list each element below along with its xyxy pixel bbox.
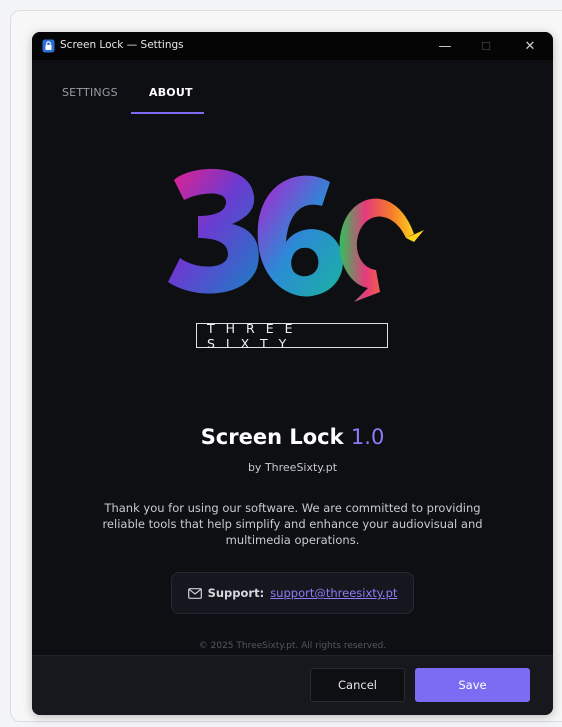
thank-you-text: Thank you for using our software. We are…: [102, 501, 483, 547]
product-title: Screen Lock 1.0: [32, 425, 553, 449]
byline: by ThreeSixty.pt: [247, 461, 338, 474]
save-button[interactable]: Save: [415, 668, 530, 702]
product-version: 1.0: [350, 425, 385, 449]
active-tab-indicator: [131, 112, 204, 114]
app-icon: [42, 39, 55, 53]
support-email-link[interactable]: support@threesixty.pt: [270, 586, 397, 600]
tab-about[interactable]: ABOUT: [149, 86, 193, 99]
tab-settings[interactable]: SETTINGS: [62, 86, 118, 99]
footer-bar: Cancel Save: [32, 655, 553, 715]
three-sixty-logo-icon: [168, 168, 424, 302]
close-button[interactable]: ✕: [510, 32, 550, 60]
copyright-text: © 2025 ThreeSixty.pt. All rights reserve…: [198, 641, 387, 651]
mail-icon: [187, 587, 202, 599]
product-name: Screen Lock: [200, 425, 344, 449]
support-box: Support: support@threesixty.pt: [171, 572, 414, 614]
minimize-button[interactable]: —: [425, 32, 465, 60]
window-title: Screen Lock — Settings: [60, 39, 184, 51]
maximize-button[interactable]: ☐: [466, 32, 506, 60]
support-label: Support:: [207, 586, 265, 600]
cancel-button[interactable]: Cancel: [310, 668, 405, 702]
brand-wordmark: THREE SIXTY: [196, 321, 388, 351]
title-bar: Screen Lock — Settings — ☐ ✕: [32, 32, 553, 60]
tab-bar: SETTINGS ABOUT: [32, 76, 553, 116]
settings-window: Screen Lock — Settings — ☐ ✕ SETTINGS AB…: [32, 32, 553, 715]
